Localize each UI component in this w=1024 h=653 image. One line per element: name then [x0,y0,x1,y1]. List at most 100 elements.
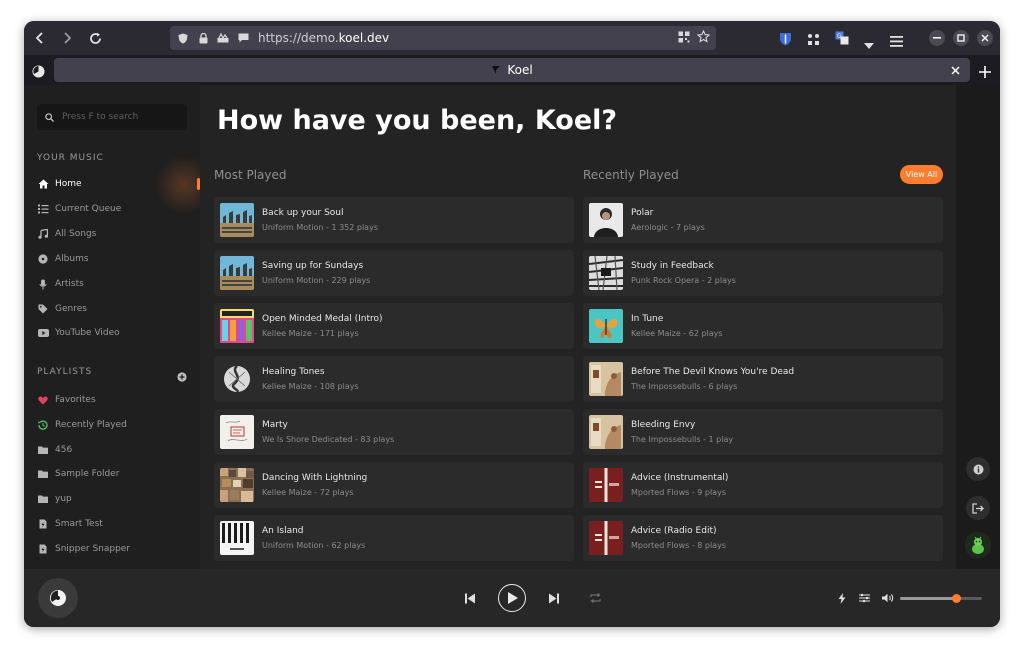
sidebar-item-albums[interactable]: Albums [37,249,187,269]
address-bar[interactable]: https://demo.koel.dev [170,26,716,50]
next-button[interactable] [546,590,562,606]
most-played-card[interactable]: Open Minded Medal (Intro) Kellee Maize -… [214,303,574,349]
sidebar-item-snipper-snapper[interactable]: Snipper Snapper [37,539,187,559]
add-playlist-button[interactable] [177,367,187,386]
album-cover [589,309,623,343]
sidebar-item-genres[interactable]: Genres [37,299,187,319]
recently-played-card[interactable]: Polar Aerologic - 7 plays [583,197,943,243]
song-meta: Aerologic - 7 plays [631,223,705,232]
equalizer-button[interactable] [856,590,872,606]
comment-icon[interactable] [236,31,250,45]
search-box[interactable] [37,104,187,130]
song-meta: Uniform Motion - 229 plays [262,276,371,285]
page-title: How have you been, Koel? [217,105,618,136]
most-played-card[interactable]: Dancing With Lightning Kellee Maize - 72… [214,462,574,508]
lightning-icon [838,592,846,604]
your-music-heading: YOUR MUSIC [37,153,104,163]
song-title: Advice (Instrumental) [631,473,729,483]
sidebar-item-all-songs[interactable]: All Songs [37,224,187,244]
hamburger-menu-icon[interactable] [890,32,903,51]
most-played-card[interactable]: Back up your Soul Uniform Motion - 1 352… [214,197,574,243]
permissions-icon[interactable] [216,31,230,45]
skip-forward-icon [549,593,559,603]
recently-played-card[interactable]: Advice (Instrumental) Mported Flows - 9 … [583,462,943,508]
volume-thumb[interactable] [951,594,961,603]
song-meta: The Impossebulls - 6 plays [631,382,738,391]
shield-icon[interactable] [176,31,190,45]
now-playing-cover[interactable] [38,578,78,618]
chevron-left-icon [35,32,43,44]
bookmark-star-icon[interactable] [696,29,711,46]
info-icon [973,464,983,474]
translate-extension-icon[interactable]: G [835,30,849,49]
search-input[interactable] [62,112,172,122]
album-cover [220,362,254,396]
mute-button[interactable] [880,590,896,606]
album-cover [220,521,254,555]
sidebar-item-456[interactable]: 456 [37,440,187,460]
recently-played-card[interactable]: Advice (Radio Edit) Mported Flows - 8 pl… [583,515,943,561]
song-meta: Punk Rock Opera - 2 plays [631,276,736,285]
sidebar-item-label: Recently Played [55,420,127,430]
sidebar-item-sample-folder[interactable]: Sample Folder [37,464,187,484]
album-cover [220,256,254,290]
youtube-icon [37,327,49,339]
new-tab-icon[interactable] [979,63,991,82]
album-cover [589,203,623,237]
most-played-card[interactable]: An Island Uniform Motion - 62 plays [214,515,574,561]
sidebar-item-recently-played[interactable]: Recently Played [37,415,187,435]
sidebar-item-artists[interactable]: Artists [37,274,187,294]
minimize-button[interactable] [929,30,945,46]
song-meta: We Is Shore Dedicated - 83 plays [262,435,395,444]
maximize-button[interactable] [953,30,969,46]
previous-button[interactable] [462,590,478,606]
folder-icon [37,493,49,505]
song-title: Open Minded Medal (Intro) [262,314,383,324]
song-meta: Mported Flows - 8 plays [631,541,726,550]
sidebar-item-yup[interactable]: yup [37,489,187,509]
song-meta: Uniform Motion - 62 plays [262,541,366,550]
most-played-card[interactable]: Healing Tones Kellee Maize - 108 plays [214,356,574,402]
song-meta: Kellee Maize - 62 plays [631,329,723,338]
dropdown-arrow-icon[interactable] [864,34,874,53]
bitwarden-extension-icon[interactable] [779,31,792,50]
most-played-card[interactable]: Saving up for Sundays Uniform Motion - 2… [214,250,574,296]
song-title: Advice (Radio Edit) [631,526,717,536]
song-meta: Uniform Motion - 1 352 plays [262,223,378,232]
visualizer-button[interactable] [834,590,850,606]
recently-played-card[interactable]: Study in Feedback Punk Rock Opera - 2 pl… [583,250,943,296]
reload-button[interactable] [83,26,107,50]
forward-button[interactable] [55,26,79,50]
tab-koel[interactable]: Koel [54,58,970,82]
logout-button[interactable] [966,496,990,520]
repeat-button[interactable] [587,590,603,606]
recently-played-card[interactable]: Before The Devil Knows You're Dead The I… [583,356,943,402]
lock-icon[interactable] [196,31,210,45]
tab-bar: Koel [24,55,1000,85]
about-button[interactable] [966,457,990,481]
most-played-card[interactable]: Marty We Is Shore Dedicated - 83 plays [214,409,574,455]
volume-slider[interactable] [900,594,982,603]
play-button[interactable] [498,584,526,612]
koel-app-icon[interactable] [32,63,45,82]
home-icon [37,178,49,190]
equalizer-icon [858,593,870,603]
view-all-button[interactable]: View All [900,165,943,184]
back-button[interactable] [28,26,52,50]
url-text[interactable]: https://demo.koel.dev [258,31,389,45]
song-title: Marty [262,420,288,430]
user-avatar[interactable] [965,532,991,558]
window-close-button[interactable] [977,30,993,46]
song-title: Before The Devil Knows You're Dead [631,367,795,377]
qr-code-icon[interactable] [678,31,690,46]
recently-played-card[interactable]: In Tune Kellee Maize - 62 plays [583,303,943,349]
recently-played-card[interactable]: Bleeding Envy The Impossebulls - 1 play [583,409,943,455]
sidebar-item-smart-test[interactable]: Smart Test [37,514,187,534]
sidebar-item-favorites[interactable]: Favorites [37,390,187,410]
sidebar-item-label: Albums [55,254,89,264]
grid-extension-icon[interactable] [807,31,820,50]
tab-close-icon[interactable] [951,64,960,78]
song-meta: Kellee Maize - 108 plays [262,382,359,391]
reload-icon [89,32,101,44]
sidebar-item-youtube-video[interactable]: YouTube Video [37,323,187,343]
